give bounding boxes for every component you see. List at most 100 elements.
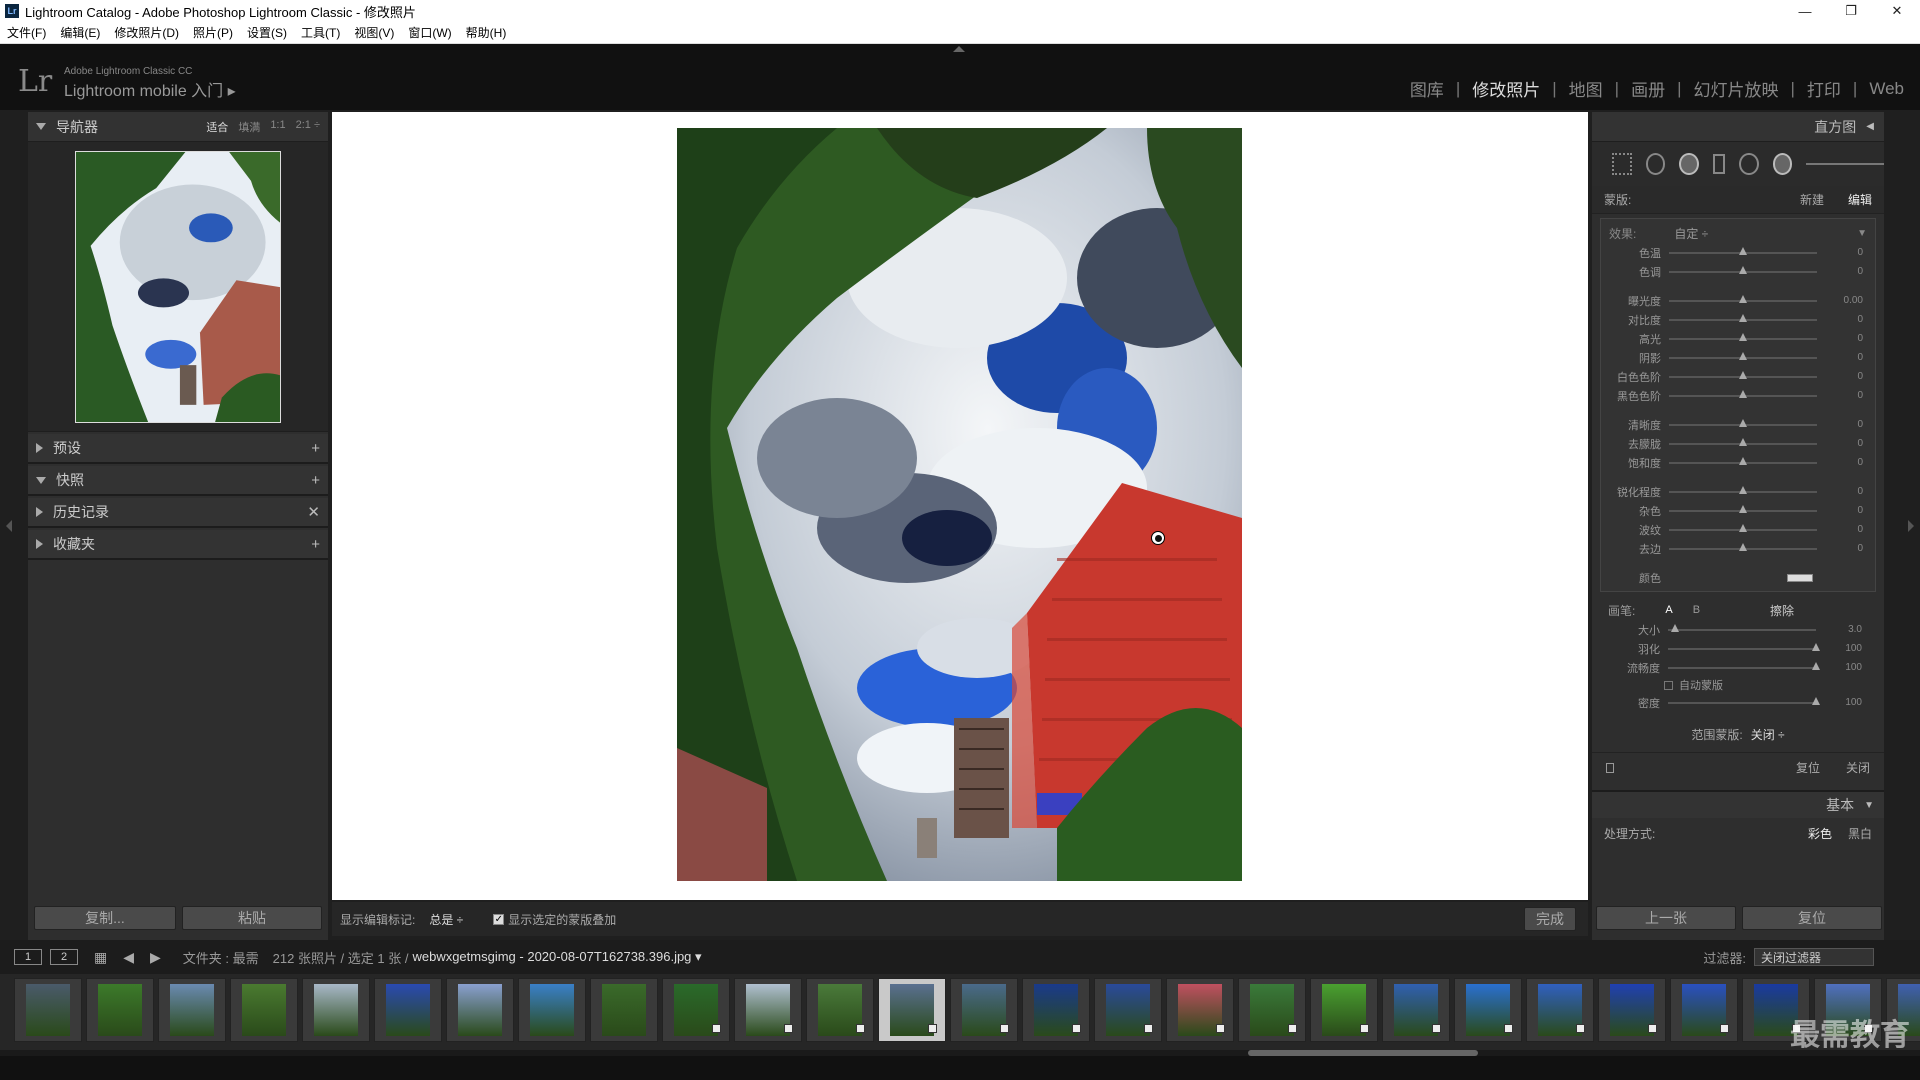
slider-knob[interactable] — [1739, 370, 1747, 379]
checkbox-checked-icon[interactable]: ✓ — [493, 913, 505, 925]
graduated-filter-tool-icon[interactable] — [1712, 154, 1726, 174]
filmstrip-thumbnail[interactable] — [1166, 978, 1234, 1042]
menu-tools[interactable]: 工具(T) — [294, 24, 347, 41]
filmstrip-thumbnail[interactable] — [1238, 978, 1306, 1042]
effect-preset-select[interactable]: 自定 ÷ — [1674, 225, 1708, 242]
slider-value[interactable]: 0.00 — [1817, 295, 1863, 306]
slider-knob[interactable] — [1739, 542, 1747, 551]
effect-slider[interactable]: 清晰度 0 — [1601, 415, 1875, 434]
filmstrip-thumbnail[interactable] — [14, 978, 82, 1042]
slider-track[interactable] — [1669, 351, 1817, 360]
add-collection-icon[interactable]: + — [311, 536, 320, 553]
slider-track[interactable] — [1669, 504, 1817, 513]
slider-knob[interactable] — [1739, 351, 1747, 360]
filmstrip-thumbnail[interactable] — [1598, 978, 1666, 1042]
filmstrip-thumbnail[interactable] — [230, 978, 298, 1042]
range-mask-select[interactable]: 关闭 ÷ — [1751, 726, 1785, 743]
slider-knob[interactable] — [1739, 313, 1747, 322]
filmstrip-thumbnail[interactable] — [374, 978, 442, 1042]
slider-track[interactable] — [1669, 265, 1817, 274]
radial-filter-tool-icon[interactable] — [1739, 153, 1759, 175]
brush-slider[interactable]: 流畅度 100 — [1600, 658, 1876, 677]
menu-window[interactable]: 窗口(W) — [401, 24, 458, 41]
filmstrip-thumbnail[interactable] — [662, 978, 730, 1042]
slider-value[interactable]: 0 — [1817, 419, 1863, 430]
mask-reset-button[interactable]: 复位 — [1796, 759, 1820, 776]
effect-slider[interactable]: 色温 0 — [1601, 243, 1875, 262]
basic-panel-header[interactable]: 基本 ▼ — [1592, 790, 1884, 818]
slider-knob[interactable] — [1812, 661, 1820, 670]
filmstrip-thumbnail[interactable] — [806, 978, 874, 1042]
brush-mask-pin[interactable] — [1151, 531, 1165, 545]
slider-value[interactable]: 0 — [1817, 524, 1863, 535]
slider-knob[interactable] — [1739, 504, 1747, 513]
spot-removal-tool-icon[interactable] — [1645, 153, 1666, 175]
navigator-thumbnail[interactable] — [75, 150, 281, 423]
effect-slider[interactable]: 饱和度 0 — [1601, 453, 1875, 472]
navigator-header[interactable]: 导航器 适合 填满 1:1 2:1 ÷ — [28, 112, 328, 142]
module-web[interactable]: Web — [1869, 79, 1904, 99]
effect-slider[interactable]: 去朦胧 0 — [1601, 434, 1875, 453]
slider-value[interactable]: 100 — [1816, 697, 1862, 708]
zoom-fit[interactable]: 适合 — [206, 119, 228, 135]
bottom-panel-toggle-bar[interactable] — [0, 1056, 1920, 1080]
module-book[interactable]: 画册 — [1631, 76, 1665, 101]
brush-slider[interactable]: 大小 3.0 — [1600, 620, 1876, 639]
current-filename[interactable]: webwxgetmsgimg - 2020-08-07T162738.396.j… — [412, 949, 701, 965]
brush-b-button[interactable]: B — [1693, 604, 1700, 616]
primary-window-button[interactable]: 1 — [14, 949, 42, 965]
slider-value[interactable]: 100 — [1816, 643, 1862, 654]
effect-slider[interactable]: 对比度 0 — [1601, 310, 1875, 329]
slider-track[interactable] — [1668, 661, 1820, 670]
slider-value[interactable]: 0 — [1817, 390, 1863, 401]
slider-track[interactable] — [1669, 437, 1817, 446]
slider-track[interactable] — [1669, 313, 1817, 322]
slider-track[interactable] — [1669, 294, 1817, 303]
menu-edit[interactable]: 编辑(E) — [53, 24, 107, 41]
effect-slider[interactable]: 去边 0 — [1601, 539, 1875, 558]
slider-knob[interactable] — [1671, 623, 1680, 632]
brush-a-button[interactable]: A — [1665, 604, 1672, 616]
treatment-bw-button[interactable]: 黑白 — [1848, 825, 1872, 842]
slider-value[interactable]: 0 — [1817, 352, 1863, 363]
slider-track[interactable] — [1668, 623, 1816, 632]
module-develop[interactable]: 修改照片 — [1472, 76, 1540, 101]
menu-settings[interactable]: 设置(S) — [240, 24, 294, 41]
mask-edit-button[interactable]: 编辑 — [1848, 191, 1872, 208]
filmstrip-thumbnail[interactable] — [950, 978, 1018, 1042]
effect-slider[interactable]: 波纹 0 — [1601, 520, 1875, 539]
slider-knob[interactable] — [1739, 246, 1747, 255]
filmstrip-thumbnail[interactable] — [1094, 978, 1162, 1042]
grid-view-icon[interactable]: ▦ — [94, 949, 107, 966]
right-panel-toggle-icon[interactable] — [1908, 520, 1914, 532]
mask-new-button[interactable]: 新建 — [1800, 191, 1824, 208]
filmstrip-thumbnail[interactable] — [1382, 978, 1450, 1042]
slider-knob[interactable] — [1739, 418, 1747, 427]
slider-knob[interactable] — [1739, 456, 1747, 465]
slider-track[interactable] — [1669, 485, 1817, 494]
slider-track[interactable] — [1669, 523, 1817, 532]
slider-value[interactable]: 3.0 — [1816, 624, 1862, 635]
navigator-preview[interactable] — [28, 142, 328, 432]
effect-slider[interactable]: 锐化程度 0 — [1601, 482, 1875, 501]
add-preset-icon[interactable]: + — [311, 440, 320, 457]
slider-knob[interactable] — [1812, 642, 1820, 651]
filmstrip[interactable] — [0, 974, 1920, 1050]
slider-track[interactable] — [1669, 542, 1817, 551]
slider-value[interactable]: 100 — [1816, 662, 1862, 673]
slider-track[interactable] — [1669, 246, 1817, 255]
module-slideshow[interactable]: 幻灯片放映 — [1694, 76, 1779, 101]
menu-photo[interactable]: 照片(P) — [186, 24, 240, 41]
clear-history-icon[interactable]: ✕ — [307, 503, 320, 521]
density-slider[interactable]: 密度 100 — [1600, 693, 1876, 712]
brush-erase-button[interactable]: 擦除 — [1770, 602, 1794, 619]
effect-slider[interactable]: 黑色色阶 0 — [1601, 386, 1875, 405]
filmstrip-thumbnail[interactable] — [1526, 978, 1594, 1042]
filmstrip-thumbnail[interactable] — [302, 978, 370, 1042]
slider-knob[interactable] — [1739, 523, 1747, 532]
slider-knob[interactable] — [1739, 437, 1747, 446]
effect-slider[interactable]: 高光 0 — [1601, 329, 1875, 348]
brush-slider[interactable]: 羽化 100 — [1600, 639, 1876, 658]
filmstrip-thumbnail[interactable] — [158, 978, 226, 1042]
effect-slider[interactable]: 杂色 0 — [1601, 501, 1875, 520]
